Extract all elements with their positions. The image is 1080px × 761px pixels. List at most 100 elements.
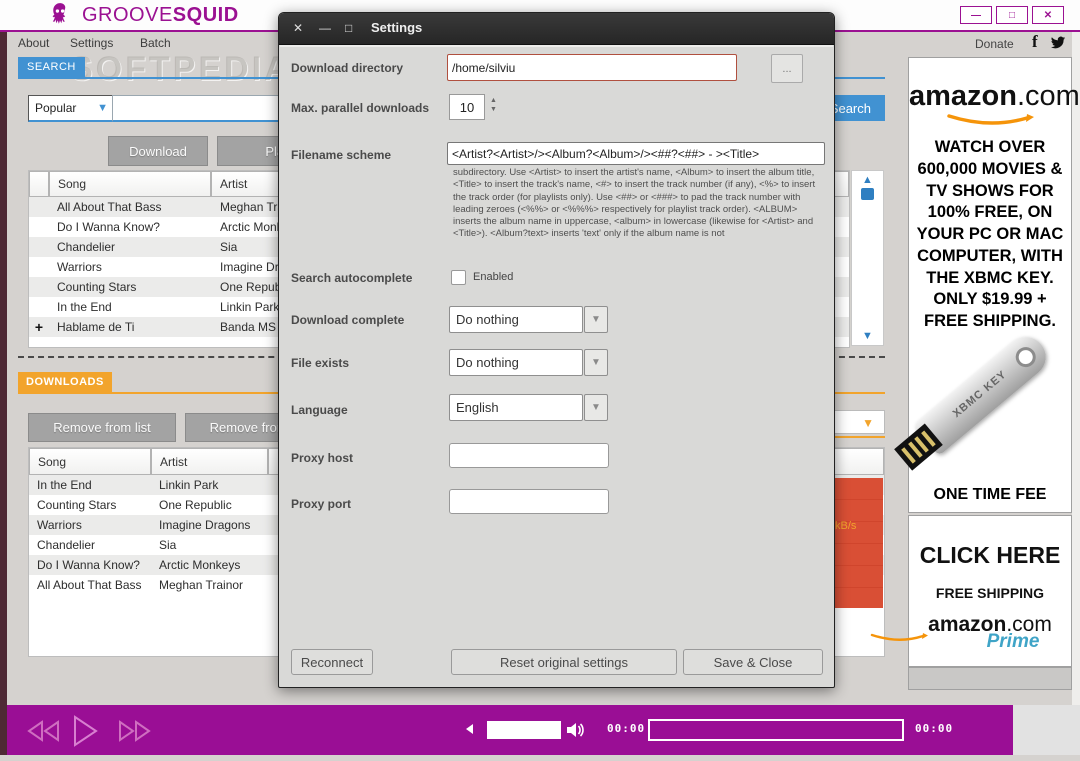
dialog-maximize-icon[interactable]: □ [345, 21, 352, 35]
window-left-border [0, 32, 7, 755]
plus-icon[interactable]: + [29, 319, 49, 335]
dialog-title: Settings [371, 20, 422, 35]
total-time: 00:00 [915, 722, 953, 735]
language-label: Language [291, 403, 348, 417]
file-exists-select[interactable]: Do nothing [449, 349, 583, 376]
facebook-icon[interactable]: f [1032, 32, 1038, 52]
proxy-host-label: Proxy host [291, 451, 353, 465]
dialog-titlebar: ✕ — □ Settings [279, 13, 834, 45]
chevron-down-icon[interactable]: ▼ [584, 394, 608, 421]
dialog-close-icon[interactable]: ✕ [293, 21, 303, 35]
results-header-song[interactable]: Song [49, 171, 211, 197]
window-bottom-border [0, 755, 1080, 761]
window-maximize-button[interactable]: □ [996, 6, 1028, 24]
free-shipping-text: FREE SHIPPING [909, 585, 1071, 601]
download-directory-label: Download directory [291, 61, 403, 75]
chevron-down-icon: ▼ [97, 102, 108, 114]
song-cell: Do I Wanna Know? [29, 558, 151, 572]
reconnect-button[interactable]: Reconnect [291, 649, 373, 675]
volume-down-icon[interactable] [463, 723, 475, 735]
squid-logo-icon [46, 2, 74, 29]
ad-panel-prime[interactable]: CLICK HERE FREE SHIPPING amazon.com Prim… [908, 515, 1072, 667]
menu-settings[interactable]: Settings [70, 36, 113, 50]
window-right-border [1072, 32, 1080, 755]
song-cell: Warriors [49, 260, 212, 274]
chevron-down-icon: ▼ [862, 416, 874, 430]
elapsed-time: 00:00 [607, 722, 645, 735]
download-complete-label: Download complete [291, 313, 404, 327]
proxy-port-label: Proxy port [291, 497, 351, 511]
scroll-down-icon[interactable]: ▼ [852, 330, 883, 342]
ad-copy: WATCH OVER 600,000 MOVIES & TV SHOWS FOR… [909, 137, 1071, 333]
spin-down-icon[interactable]: ▼ [490, 106, 497, 113]
downloads-header-artist[interactable]: Artist [151, 448, 268, 475]
song-cell: Counting Stars [49, 280, 212, 294]
donate-link[interactable]: Donate [975, 37, 1014, 51]
next-track-icon[interactable] [115, 720, 153, 742]
song-cell: Do I Wanna Know? [49, 220, 212, 234]
song-cell: Chandelier [29, 538, 151, 552]
menu-batch[interactable]: Batch [140, 36, 171, 50]
song-cell: Chandelier [49, 240, 212, 254]
spin-up-icon[interactable]: ▲ [490, 97, 497, 104]
downloads-header-song[interactable]: Song [29, 448, 151, 475]
logo-squid: SQUID [173, 4, 239, 26]
file-exists-label: File exists [291, 356, 349, 370]
download-button[interactable]: Download [108, 136, 208, 166]
logo-groove: GROOVE [82, 4, 173, 26]
window-minimize-button[interactable]: — [960, 6, 992, 24]
song-cell: All About That Bass [49, 200, 212, 214]
filename-scheme-label: Filename scheme [291, 148, 391, 162]
previous-track-icon[interactable] [25, 720, 63, 742]
song-cell: Warriors [29, 518, 151, 532]
dialog-minimize-icon[interactable]: — [319, 21, 331, 35]
max-parallel-stepper[interactable]: 10 [449, 94, 485, 120]
menu-about[interactable]: About [18, 36, 49, 50]
song-cell: Hablame de Ti [49, 320, 212, 334]
ad-panel-xbmc[interactable]: amazon.com WATCH OVER 600,000 MOVIES & T… [908, 57, 1072, 513]
click-here-text: CLICK HERE [909, 542, 1071, 569]
player-bar: 00:00 00:00 [7, 705, 1013, 755]
song-cell: Counting Stars [29, 498, 151, 512]
play-icon[interactable] [71, 715, 99, 747]
search-category-dropdown[interactable]: Popular ▼ [28, 95, 114, 122]
key-hole [1012, 343, 1040, 371]
app-logo: GROOVESQUID [82, 4, 239, 27]
volume-slider[interactable] [487, 721, 561, 739]
search-category-value: Popular [35, 101, 76, 115]
remove-from-list-button[interactable]: Remove from list [28, 413, 176, 442]
amazon-logo-suffix: .com [1017, 80, 1080, 112]
filename-scheme-input[interactable] [447, 142, 825, 165]
song-cell: In the End [49, 300, 212, 314]
results-header-spacer[interactable] [29, 171, 49, 197]
language-select[interactable]: English [449, 394, 583, 421]
scrollbar-thumb[interactable] [861, 188, 874, 200]
tab-downloads[interactable]: DOWNLOADS [18, 372, 112, 392]
download-directory-input[interactable] [447, 54, 737, 81]
ad-fee-text: ONE TIME FEE [909, 486, 1071, 504]
save-close-button[interactable]: Save & Close [683, 649, 823, 675]
download-complete-select[interactable]: Do nothing [449, 306, 583, 333]
tab-search[interactable]: SEARCH [18, 57, 85, 77]
twitter-icon[interactable] [1050, 36, 1066, 50]
settings-dialog: ✕ — □ Settings Download directory ... Ma… [278, 12, 835, 688]
softpedia-watermark: SOFTPEDIA [70, 50, 292, 89]
chevron-down-icon[interactable]: ▼ [584, 306, 608, 333]
browse-button[interactable]: ... [771, 54, 803, 83]
key-label: XBMC KEY [951, 368, 1009, 420]
reset-settings-button[interactable]: Reset original settings [451, 649, 677, 675]
usb-connector [894, 423, 943, 470]
window-close-button[interactable]: ✕ [1032, 6, 1064, 24]
download-speed-column: kB/s [832, 478, 883, 608]
stepper-arrows[interactable]: ▲▼ [487, 96, 500, 114]
results-scrollbar[interactable]: ▲ ▼ [851, 170, 884, 346]
proxy-port-input[interactable] [449, 489, 609, 514]
autocomplete-checkbox[interactable] [451, 270, 466, 285]
chevron-down-icon[interactable]: ▼ [584, 349, 608, 376]
seek-bar[interactable] [648, 719, 904, 741]
amazon-logo-text: amazon [909, 80, 1017, 112]
scroll-up-icon[interactable]: ▲ [852, 174, 883, 186]
amazon-swoosh-icon [945, 113, 1035, 127]
proxy-host-input[interactable] [449, 443, 609, 468]
volume-up-icon[interactable] [565, 720, 585, 740]
